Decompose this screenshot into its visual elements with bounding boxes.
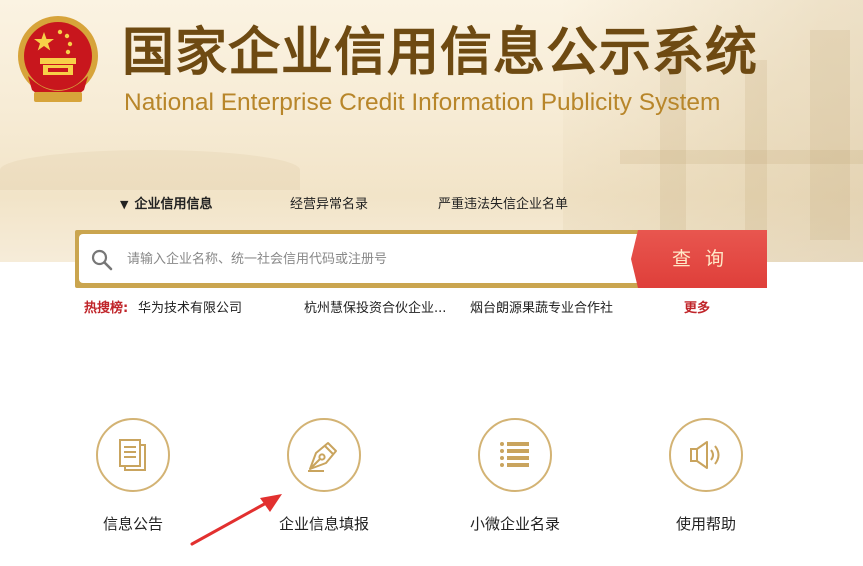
hot-search-more-link[interactable]: 更多 bbox=[684, 299, 710, 319]
feature-user-help[interactable]: 使用帮助 bbox=[628, 418, 788, 538]
pen-nib-icon bbox=[308, 442, 337, 472]
hot-search-row: 热搜榜: 华为技术有限公司 杭州慧保投资合伙企业... 烟台朗源果蔬专业合作社 … bbox=[84, 299, 784, 319]
feature-label: 小微企业名录 bbox=[469, 515, 560, 533]
banner-beam bbox=[620, 150, 863, 164]
tab-label: 严重违法失信企业名单 bbox=[438, 197, 569, 212]
banner-pillar bbox=[810, 30, 850, 240]
page-subtitle: National Enterprise Credit Information P… bbox=[124, 89, 721, 116]
banner-hills bbox=[0, 150, 300, 190]
caret-down-icon: ▼ bbox=[120, 198, 129, 211]
hot-search-item[interactable]: 杭州慧保投资合伙企业... bbox=[304, 299, 446, 319]
red-arrow-annotation bbox=[190, 494, 282, 546]
tab-label: 企业信用信息 bbox=[134, 197, 213, 212]
national-emblem-icon bbox=[18, 16, 98, 102]
header-banner: 国家企业信用信息公示系统 National Enterprise Credit … bbox=[0, 0, 863, 262]
feature-icon-circle bbox=[478, 418, 552, 492]
hot-search-item[interactable]: 烟台朗源果蔬专业合作社 bbox=[470, 299, 613, 319]
tab-abnormal-operations[interactable]: 经营异常名录 bbox=[290, 195, 368, 215]
search-button-wrap: 查询 bbox=[631, 230, 767, 288]
feature-label: 使用帮助 bbox=[675, 515, 736, 533]
list-icon bbox=[500, 442, 529, 467]
hot-search-label: 热搜榜: bbox=[84, 301, 129, 316]
document-icon bbox=[119, 439, 146, 471]
search-button[interactable]: 查询 bbox=[631, 230, 767, 288]
search-box bbox=[79, 234, 692, 283]
speaker-icon bbox=[690, 441, 720, 469]
tab-label: 经营异常名录 bbox=[290, 197, 369, 212]
search-input[interactable] bbox=[125, 242, 679, 276]
tab-enterprise-credit[interactable]: ▼ 企业信用信息 bbox=[120, 195, 212, 215]
feature-icon-circle bbox=[287, 418, 361, 492]
feature-icon-circle bbox=[669, 418, 743, 492]
page-title: 国家企业信用信息公示系统 bbox=[122, 22, 759, 83]
feature-icon-circle bbox=[96, 418, 170, 492]
tab-serious-violations[interactable]: 严重违法失信企业名单 bbox=[438, 195, 568, 215]
feature-small-micro-list[interactable]: 小微企业名录 bbox=[437, 418, 597, 538]
search-icon bbox=[91, 249, 113, 271]
hot-search-item[interactable]: 华为技术有限公司 bbox=[138, 299, 242, 319]
